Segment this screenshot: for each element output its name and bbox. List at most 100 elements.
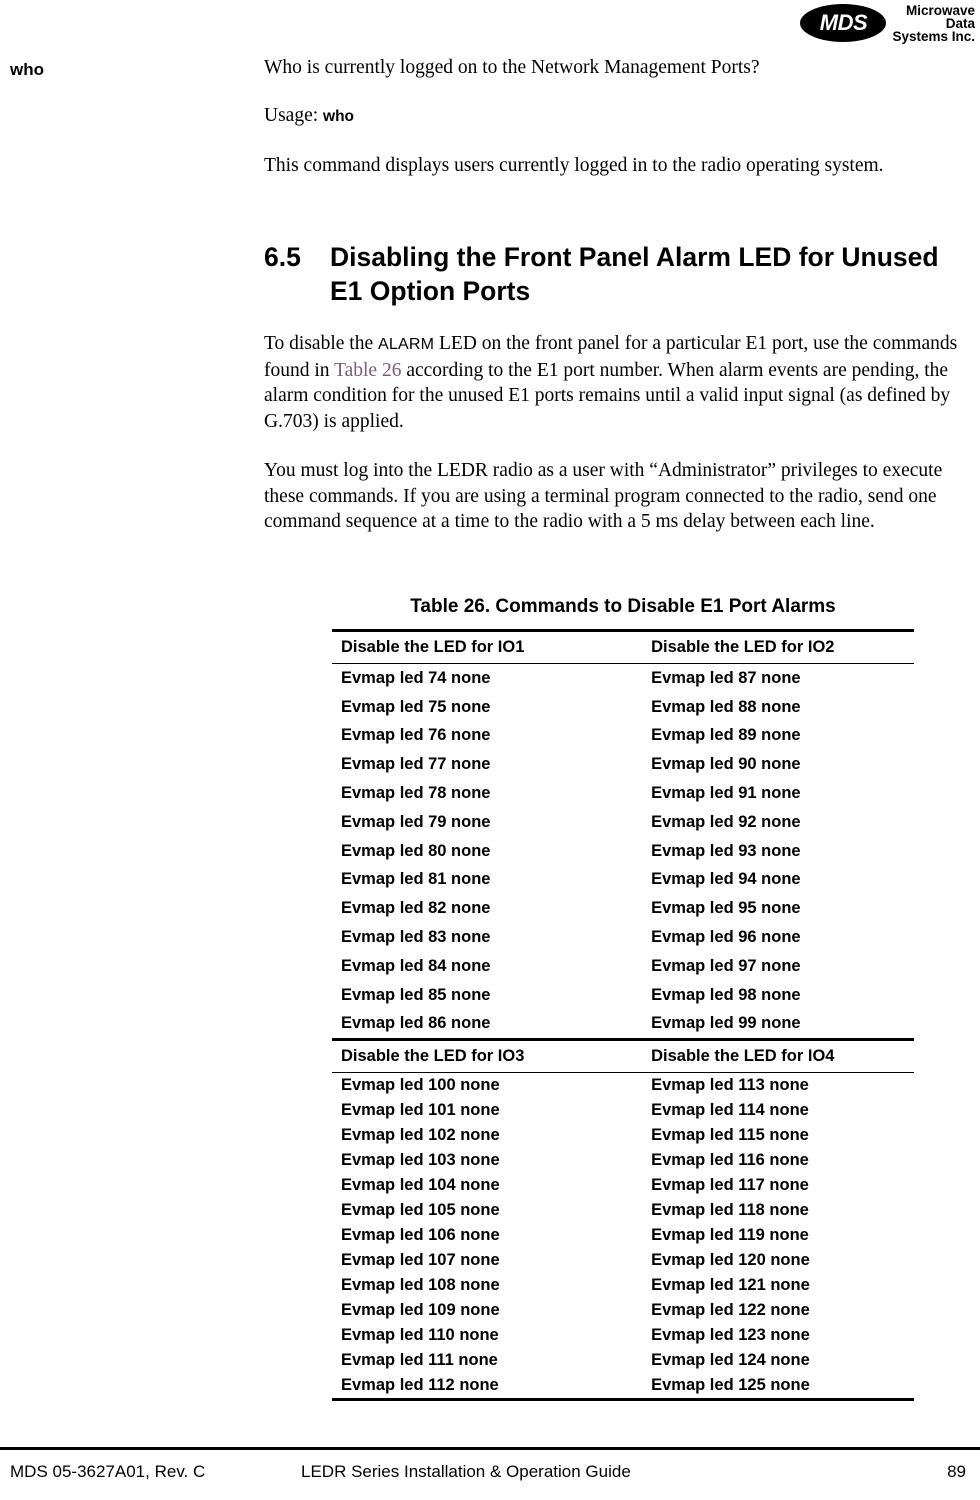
commands-table: Disable the LED for IO1 Disable the LED … xyxy=(332,629,914,1402)
cell-command: Evmap led 90 none xyxy=(651,755,801,774)
cell-command: Evmap led 119 none xyxy=(651,1226,809,1245)
cell-command: Evmap led 115 none xyxy=(651,1126,809,1145)
table-row: Evmap led 83 none Evmap led 96 none xyxy=(332,923,914,952)
footer-divider xyxy=(0,1447,980,1450)
table-row: Evmap led 110 none Evmap led 123 none xyxy=(332,1323,914,1348)
table-row: Evmap led 86 none Evmap led 99 none xyxy=(332,1010,914,1040)
table-row: Evmap led 103 none Evmap led 116 none xyxy=(332,1148,914,1173)
cell-command: Evmap led 83 none xyxy=(341,928,491,947)
table-row: Evmap led 105 none Evmap led 118 none xyxy=(332,1198,914,1223)
column-header-io3: Disable the LED for IO3 xyxy=(332,1038,643,1074)
table-header-row: Disable the LED for IO1 Disable the LED … xyxy=(332,629,914,664)
table-row: Evmap led 82 none Evmap led 95 none xyxy=(332,894,914,923)
cell-command: Evmap led 88 none xyxy=(651,697,801,716)
section-title: Disabling the Front Panel Alarm LED for … xyxy=(330,242,939,306)
cell-command: Evmap led 97 none xyxy=(651,956,801,975)
mds-logo: MDS Microwave Data Systems Inc. xyxy=(800,2,977,44)
table-row: Evmap led 111 none Evmap led 124 none xyxy=(332,1348,914,1373)
cell-command: Evmap led 101 none xyxy=(341,1101,500,1120)
page-header: MDS Microwave Data Systems Inc. xyxy=(0,0,980,46)
cell-command: Evmap led 81 none xyxy=(341,870,491,889)
description-paragraph: This command displays users currently lo… xyxy=(264,155,884,176)
cell-command: Evmap led 109 none xyxy=(341,1301,500,1320)
cell-command: Evmap led 112 none xyxy=(332,1373,643,1402)
table-row: Evmap led 80 none Evmap led 93 none xyxy=(332,837,914,866)
cell-command: Evmap led 122 none xyxy=(651,1301,810,1320)
cell-command: Evmap led 121 none xyxy=(651,1276,810,1295)
cell-command: Evmap led 105 none xyxy=(341,1201,500,1220)
body-column-top: Who is currently logged on to the Networ… xyxy=(264,55,980,179)
table-row: Evmap led 107 none Evmap led 120 none xyxy=(332,1248,914,1273)
usage-command: who xyxy=(323,107,355,125)
cell-command: Evmap led 93 none xyxy=(651,841,801,860)
commands-table-body: Disable the LED for IO1 Disable the LED … xyxy=(332,629,914,1402)
table-header-row: Disable the LED for IO3 Disable the LED … xyxy=(332,1038,914,1074)
cell-command: Evmap led 116 none xyxy=(651,1151,809,1170)
cell-command: Evmap led 82 none xyxy=(341,899,491,918)
cell-command: Evmap led 125 none xyxy=(642,1373,914,1402)
table-row: Evmap led 76 none Evmap led 89 none xyxy=(332,722,914,751)
table-caption: Table 26. Commands to Disable E1 Port Al… xyxy=(410,596,836,617)
table-row: Evmap led 79 none Evmap led 92 none xyxy=(332,808,914,837)
cell-command: Evmap led 89 none xyxy=(651,726,801,745)
table-row: Evmap led 75 none Evmap led 88 none xyxy=(332,693,914,722)
intro-question: Who is currently logged on to the Networ… xyxy=(264,57,760,78)
table-row: Evmap led 81 none Evmap led 94 none xyxy=(332,866,914,895)
table-row: Evmap led 112 none Evmap led 125 none xyxy=(332,1373,914,1402)
cell-command: Evmap led 113 none xyxy=(651,1076,809,1095)
column-header-io2: Disable the LED for IO2 xyxy=(642,629,914,664)
logo-word-2: Data xyxy=(945,15,975,31)
table-row: Evmap led 101 none Evmap led 114 none xyxy=(332,1098,914,1123)
section-paragraph-1: To disable the ALARM LED on the front pa… xyxy=(264,331,980,434)
table-26-crossref-link[interactable]: Table 26 xyxy=(334,360,401,381)
table-row: Evmap led 78 none Evmap led 91 none xyxy=(332,779,914,808)
table-row: Evmap led 106 none Evmap led 119 none xyxy=(332,1223,914,1248)
cell-command: Evmap led 111 none xyxy=(341,1351,498,1370)
body-column-section: To disable the ALARM LED on the front pa… xyxy=(264,331,980,535)
cell-command: Evmap led 87 none xyxy=(651,668,801,687)
usage-line: Usage: who xyxy=(264,103,980,130)
table-row: Evmap led 108 none Evmap led 121 none xyxy=(332,1273,914,1298)
cell-command: Evmap led 94 none xyxy=(651,870,801,889)
cell-command: Evmap led 102 none xyxy=(341,1126,500,1145)
cell-command: Evmap led 91 none xyxy=(651,784,801,803)
page-footer: MDS 05-3627A01, Rev. C LEDR Series Insta… xyxy=(0,1462,980,1492)
para1-pre: To disable the xyxy=(264,333,378,354)
cell-command: Evmap led 80 none xyxy=(341,841,491,860)
cell-command: Evmap led 92 none xyxy=(651,812,801,831)
alarm-term: ALARM xyxy=(377,336,435,353)
margin-command-label: who xyxy=(10,60,44,79)
table-row: Evmap led 102 none Evmap led 115 none xyxy=(332,1123,914,1148)
usage-label: Usage: xyxy=(264,104,319,126)
cell-command: Evmap led 107 none xyxy=(341,1251,500,1270)
cell-command: Evmap led 104 none xyxy=(341,1176,500,1195)
cell-command: Evmap led 108 none xyxy=(341,1276,500,1295)
cell-command: Evmap led 120 none xyxy=(651,1251,810,1270)
footer-guide-title: LEDR Series Installation & Operation Gui… xyxy=(301,1462,631,1481)
cell-command: Evmap led 76 none xyxy=(341,726,491,745)
cell-command: Evmap led 114 none xyxy=(651,1101,809,1120)
table-row: Evmap led 74 none Evmap led 87 none xyxy=(332,664,914,693)
table-row: Evmap led 104 none Evmap led 117 none xyxy=(332,1173,914,1198)
cell-command: Evmap led 84 none xyxy=(341,956,491,975)
column-header-io4: Disable the LED for IO4 xyxy=(642,1038,914,1074)
table-row: Evmap led 84 none Evmap led 97 none xyxy=(332,952,914,981)
section-number: 6.5 xyxy=(264,242,301,272)
cell-command: Evmap led 86 none xyxy=(341,1014,491,1033)
cell-command: Evmap led 103 none xyxy=(341,1151,500,1170)
cell-command: Evmap led 118 none xyxy=(651,1201,809,1220)
logo-company-name: Microwave Data Systems Inc. xyxy=(892,2,977,44)
mds-ellipse-logo-icon: MDS xyxy=(800,4,887,42)
cell-command: Evmap led 106 none xyxy=(341,1226,500,1245)
cell-command: Evmap led 98 none xyxy=(651,985,801,1004)
table-row: Evmap led 85 none Evmap led 98 none xyxy=(332,981,914,1010)
logo-word-3: Systems Inc. xyxy=(892,28,975,44)
table-row: Evmap led 100 none Evmap led 113 none xyxy=(332,1073,914,1099)
cell-command: Evmap led 77 none xyxy=(341,755,491,774)
logo-word-1: Microwave xyxy=(905,2,975,18)
cell-command: Evmap led 75 none xyxy=(341,697,491,716)
cell-command: Evmap led 78 none xyxy=(341,784,491,803)
cell-command: Evmap led 99 none xyxy=(651,1014,801,1033)
